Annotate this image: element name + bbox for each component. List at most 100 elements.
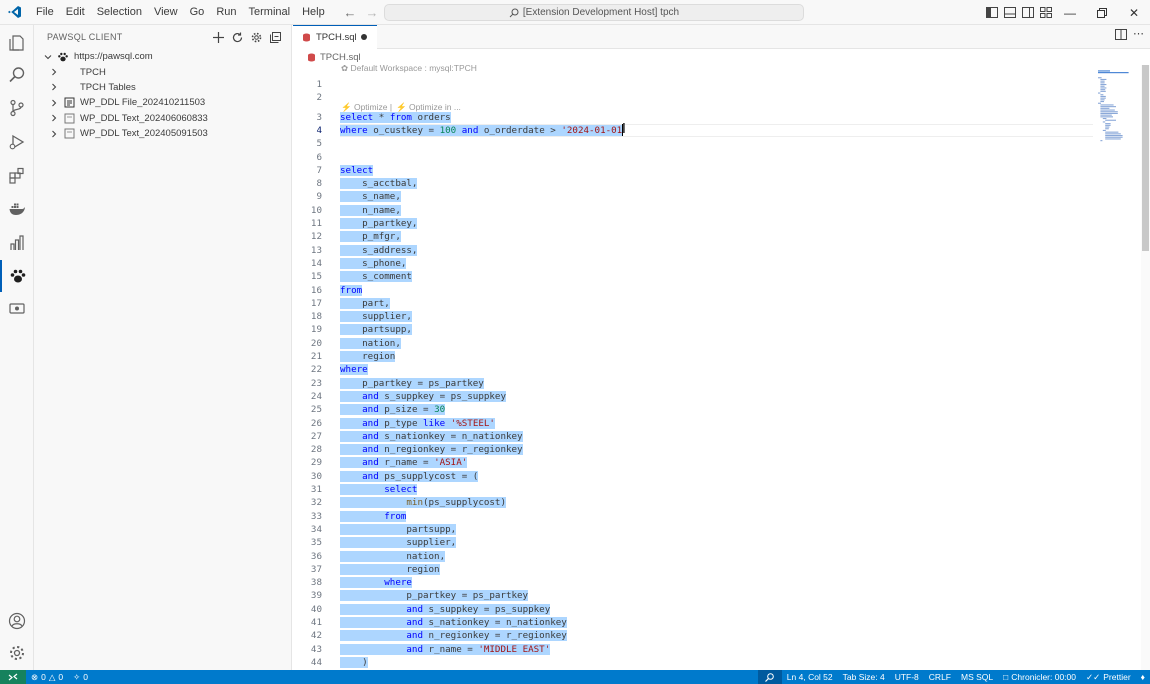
code-line[interactable]: 21 region [293, 350, 1093, 363]
code-line[interactable]: 24 and s_suppkey = ps_suppkey [293, 390, 1093, 403]
refresh-icon[interactable] [229, 29, 245, 45]
tree-item-ddl-text-2[interactable]: WP_DDL Text_202405091503 [34, 126, 292, 141]
code-editor[interactable]: 1 2 3 select * from orders 4 where o_custkey … [293, 76, 1093, 670]
settings-gear-icon[interactable] [248, 29, 264, 45]
cursor-position[interactable]: Ln 4, Col 52 [782, 672, 838, 682]
tab-tpch-sql[interactable]: TPCH.sql [293, 25, 377, 49]
menu-go[interactable]: Go [184, 0, 211, 25]
search-icon[interactable] [0, 59, 34, 91]
menu-help[interactable]: Help [296, 0, 331, 25]
code-line[interactable]: 29 and r_name = 'ASIA' [293, 456, 1093, 469]
tree-item-tpch-tables[interactable]: TPCH Tables [34, 80, 292, 95]
remote-indicator-icon[interactable] [0, 670, 26, 684]
code-line[interactable]: 6 [293, 151, 1093, 164]
code-line[interactable]: 17 part, [293, 297, 1093, 310]
code-line[interactable]: 35 supplier, [293, 536, 1093, 549]
code-line[interactable]: 36 nation, [293, 550, 1093, 563]
code-line[interactable]: 15 s_comment [293, 270, 1093, 283]
pawsql-paw-icon[interactable] [0, 260, 34, 292]
code-line[interactable]: 8 s_acctbal, [293, 177, 1093, 190]
codelens-optimize-in[interactable]: ⚡ Optimize in ... [396, 102, 461, 113]
code-line[interactable]: 4 where o_custkey = 100 and o_orderdate >… [293, 123, 1093, 138]
code-line[interactable]: 18 supplier, [293, 310, 1093, 323]
account-icon[interactable] [0, 605, 34, 637]
language-mode[interactable]: MS SQL [956, 672, 998, 682]
code-line[interactable]: 44 ) [293, 656, 1093, 669]
code-line[interactable]: 40 and s_suppkey = ps_suppkey [293, 603, 1093, 616]
tree-item-ddl-text-1[interactable]: WP_DDL Text_202406060833 [34, 111, 292, 126]
codelens-optimize[interactable]: ⚡ Optimize | [341, 102, 392, 113]
code-line[interactable]: 33 from [293, 510, 1093, 523]
code-line[interactable]: 42 and n_regionkey = r_regionkey [293, 629, 1093, 642]
gear-icon[interactable] [0, 637, 34, 669]
encoding[interactable]: UTF-8 [890, 672, 924, 682]
code-line[interactable]: 27 and s_nationkey = n_nationkey [293, 430, 1093, 443]
prettier-status[interactable]: ✓✓ Prettier [1081, 672, 1136, 683]
breadcrumb-file[interactable]: TPCH.sql [320, 52, 361, 63]
code-line[interactable]: 19 partsupp, [293, 323, 1093, 336]
close-window-icon[interactable]: ✕ [1118, 0, 1150, 25]
restore-icon[interactable] [1086, 0, 1118, 25]
minimize-icon[interactable]: — [1054, 0, 1086, 25]
code-line[interactable]: 5 [293, 137, 1093, 150]
ports-indicator[interactable]: ✧ 0 [68, 672, 93, 683]
scrollbar-thumb[interactable] [1142, 65, 1149, 251]
source-control-icon[interactable] [0, 92, 34, 124]
code-line[interactable]: 23 p_partkey = ps_partkey [293, 377, 1093, 390]
code-line[interactable]: 14 s_phone, [293, 257, 1093, 270]
end-of-line[interactable]: CRLF [924, 672, 956, 682]
code-line[interactable]: 9 s_name, [293, 190, 1093, 203]
split-editor-icon[interactable] [1115, 29, 1127, 43]
toggle-primary-sidebar-icon[interactable] [984, 5, 1000, 21]
code-line[interactable]: 11 p_partkey, [293, 217, 1093, 230]
forward-arrow-icon[interactable]: → [364, 5, 380, 21]
code-line[interactable]: 20 nation, [293, 337, 1093, 350]
zoom-search-icon[interactable] [757, 670, 782, 684]
code-line[interactable]: 38 where [293, 576, 1093, 589]
tree-item-tpch[interactable]: TPCH [34, 64, 292, 79]
code-line[interactable]: 32 min(ps_supplycost) [293, 496, 1093, 509]
code-line[interactable]: 34 partsupp, [293, 523, 1093, 536]
menu-view[interactable]: View [148, 0, 184, 25]
codelens-workspace[interactable]: ✿ Default Workspace : mysql:TPCH [341, 63, 477, 74]
code-line[interactable]: 31 select [293, 483, 1093, 496]
chronicler-status[interactable]: □ Chronicler: 00:00 [998, 672, 1081, 682]
code-line[interactable]: 41 and s_nationkey = n_nationkey [293, 616, 1093, 629]
minimap[interactable] [1096, 65, 1136, 145]
testing-icon[interactable] [0, 227, 34, 259]
code-line[interactable]: 12 p_mfgr, [293, 230, 1093, 243]
problems-indicator[interactable]: ⊗ 0 △ 0 [26, 672, 68, 683]
code-line[interactable]: 10 n_name, [293, 204, 1093, 217]
run-debug-icon[interactable] [0, 126, 34, 158]
explorer-icon[interactable] [0, 27, 34, 59]
menu-selection[interactable]: Selection [91, 0, 148, 25]
tree-root[interactable]: https://pawsql.com [34, 49, 292, 64]
toggle-panel-icon[interactable] [1002, 5, 1018, 21]
customize-layout-icon[interactable] [1038, 5, 1054, 21]
code-line[interactable]: 1 [293, 78, 1093, 91]
code-line[interactable]: 43 and r_name = 'MIDDLE EAST' [293, 643, 1093, 656]
code-line[interactable]: 13 s_address, [293, 244, 1093, 257]
tab-size[interactable]: Tab Size: 4 [838, 672, 890, 682]
command-center[interactable]: [Extension Development Host] tpch [384, 4, 804, 21]
code-line[interactable]: 39 p_partkey = ps_partkey [293, 589, 1093, 602]
back-arrow-icon[interactable]: ← [342, 5, 358, 21]
code-line[interactable]: 26 and p_type like '%STEEL' [293, 417, 1093, 430]
code-line[interactable]: 7 select [293, 164, 1093, 177]
toggle-secondary-sidebar-icon[interactable] [1020, 5, 1036, 21]
notifications-bell-icon[interactable]: ♦ [1136, 672, 1150, 682]
code-line[interactable]: 25 and p_size = 30 [293, 403, 1093, 416]
menu-edit[interactable]: Edit [60, 0, 91, 25]
add-icon[interactable] [210, 29, 226, 45]
menu-run[interactable]: Run [210, 0, 242, 25]
more-actions-icon[interactable]: ⋯ [1133, 29, 1144, 43]
menu-terminal[interactable]: Terminal [243, 0, 297, 25]
code-line[interactable]: 37 region [293, 563, 1093, 576]
remote-explorer-icon[interactable] [0, 293, 34, 325]
menu-file[interactable]: File [30, 0, 60, 25]
code-line[interactable]: 30 and ps_supplycost = ( [293, 470, 1093, 483]
docker-icon[interactable] [0, 193, 34, 225]
code-line[interactable]: 28 and n_regionkey = r_regionkey [293, 443, 1093, 456]
code-line[interactable]: 16 from [293, 284, 1093, 297]
code-line[interactable]: 22 where [293, 363, 1093, 376]
